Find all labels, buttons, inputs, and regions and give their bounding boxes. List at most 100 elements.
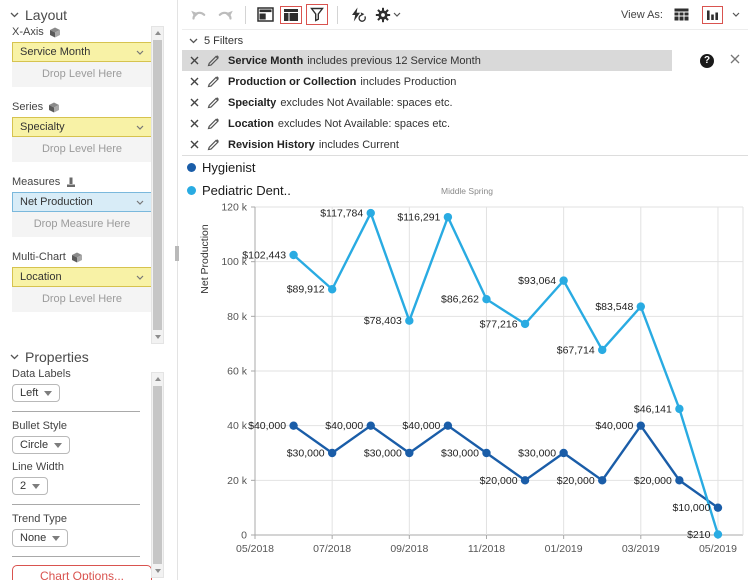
legend-dot: [187, 186, 196, 195]
svg-text:80 k: 80 k: [227, 311, 248, 323]
svg-text:40 k: 40 k: [227, 420, 248, 432]
remove-filter-icon[interactable]: [190, 56, 199, 65]
data-labels-label: Data Labels: [12, 368, 152, 380]
toolbar-divider: [337, 6, 338, 24]
edit-filter-icon[interactable]: [207, 117, 220, 130]
report-builder-window: Layout X-Axis Service Month Drop Level H…: [0, 0, 748, 580]
filters-header[interactable]: 5 Filters: [182, 30, 748, 50]
undo-icon[interactable]: [186, 6, 212, 24]
svg-text:0: 0: [241, 530, 247, 542]
divider: [12, 504, 140, 505]
filter-row-location[interactable]: Location excludes Not Available: spaces …: [182, 113, 748, 134]
svg-text:$10,000: $10,000: [672, 502, 710, 514]
divider: [12, 411, 140, 412]
legend-dot: [187, 163, 196, 172]
table-view-icon: [674, 8, 689, 21]
svg-text:$20,000: $20,000: [557, 475, 595, 487]
line-width-select[interactable]: 2: [12, 477, 48, 495]
panel-splitter[interactable]: [177, 0, 178, 580]
panel-splitter-handle[interactable]: [175, 246, 179, 261]
chart-options-button[interactable]: Chart Options...: [12, 565, 152, 580]
properties-scrollbar[interactable]: [151, 372, 164, 578]
x-axis-select[interactable]: Service Month: [12, 42, 152, 62]
svg-text:$40,000: $40,000: [595, 420, 633, 432]
trend-type-select[interactable]: None: [12, 529, 68, 547]
run-refresh-icon[interactable]: [345, 5, 371, 25]
scroll-down-icon[interactable]: [152, 331, 163, 343]
help-icon[interactable]: ?: [700, 54, 714, 68]
filter-row-specialty[interactable]: Specialty excludes Not Available: spaces…: [182, 92, 748, 113]
series-select[interactable]: Specialty: [12, 117, 152, 137]
series-label: Series: [12, 101, 43, 113]
dropdown-arrow-icon: [32, 484, 40, 489]
properties-panel-title: Properties: [25, 349, 89, 365]
svg-text:$77,216: $77,216: [480, 318, 518, 330]
view-as-group: View As:: [621, 6, 740, 24]
svg-text:$78,403: $78,403: [364, 315, 402, 327]
remove-filter-icon[interactable]: [190, 119, 199, 128]
filters-toggle[interactable]: [306, 4, 328, 25]
svg-text:$46,141: $46,141: [634, 403, 672, 415]
properties-panel-header[interactable]: Properties: [10, 349, 89, 365]
remove-filter-icon[interactable]: [190, 77, 199, 86]
chevron-down-icon: [136, 50, 144, 55]
close-icon[interactable]: [730, 54, 740, 67]
x-axis-drop-zone[interactable]: Drop Level Here: [12, 62, 152, 85]
edit-filter-icon[interactable]: [207, 96, 220, 109]
settings-gear-button[interactable]: [371, 5, 405, 25]
redo-icon[interactable]: [212, 6, 238, 24]
layout-scrollbar[interactable]: [151, 26, 164, 344]
data-labels-select[interactable]: Left: [12, 384, 60, 402]
dropdown-arrow-icon: [52, 536, 60, 541]
cube-icon: [49, 27, 61, 38]
multi-chart-section: Multi-Chart Location Drop Level Here: [0, 251, 152, 312]
x-axis-label: X-Axis: [12, 26, 44, 38]
layout-panel-header[interactable]: Layout: [10, 7, 67, 23]
filters-count-label: 5 Filters: [204, 35, 243, 47]
measures-drop-zone[interactable]: Drop Measure Here: [12, 212, 152, 235]
scroll-down-icon[interactable]: [152, 565, 163, 577]
chevron-down-icon: [10, 12, 19, 18]
cube-icon: [48, 102, 60, 113]
filters-panel: 5 Filters Service Month includes previou…: [182, 30, 748, 156]
edit-filter-icon[interactable]: [207, 75, 220, 88]
remove-filter-icon[interactable]: [190, 140, 199, 149]
bullet-style-select[interactable]: Circle: [12, 436, 70, 454]
series-drop-zone[interactable]: Drop Level Here: [12, 137, 152, 160]
edit-filter-icon[interactable]: [207, 138, 220, 151]
scroll-up-icon[interactable]: [152, 373, 163, 385]
line-chart: 020 k40 k60 k80 k100 k120 k05/201807/201…: [182, 197, 748, 580]
chevron-down-icon[interactable]: [732, 12, 740, 17]
svg-text:11/2018: 11/2018: [468, 543, 505, 555]
cube-icon: [71, 252, 83, 263]
svg-text:$40,000: $40,000: [248, 420, 286, 432]
filter-row-production-or-collection[interactable]: Production or Collection includes Produc…: [182, 71, 748, 92]
scroll-thumb[interactable]: [153, 386, 162, 564]
scroll-thumb[interactable]: [153, 40, 162, 330]
scroll-up-icon[interactable]: [152, 27, 163, 39]
svg-text:$117,784: $117,784: [320, 208, 363, 220]
design-view-icon[interactable]: [253, 5, 278, 24]
chart-view-button[interactable]: [702, 6, 723, 24]
layout-panel-toggle[interactable]: [280, 6, 302, 24]
toolbar-divider: [245, 6, 246, 24]
svg-text:$30,000: $30,000: [518, 448, 556, 460]
filter-row-service-month[interactable]: Service Month includes previous 12 Servi…: [182, 50, 748, 71]
toolbar: View As:: [182, 0, 748, 30]
svg-text:$40,000: $40,000: [325, 420, 363, 432]
remove-filter-icon[interactable]: [190, 98, 199, 107]
svg-text:$102,443: $102,443: [242, 249, 286, 261]
svg-text:$67,714: $67,714: [557, 344, 595, 356]
svg-text:07/2018: 07/2018: [313, 543, 351, 555]
measures-label: Measures: [12, 176, 60, 188]
legend-item-pediatric[interactable]: Pediatric Dent..: [187, 183, 291, 198]
multi-chart-select[interactable]: Location: [12, 267, 152, 287]
table-view-button[interactable]: [670, 6, 693, 23]
edit-filter-icon[interactable]: [207, 54, 220, 67]
measures-select[interactable]: Net Production: [12, 192, 152, 212]
layout-panel-icon: [284, 9, 298, 21]
svg-text:$30,000: $30,000: [364, 448, 402, 460]
legend-item-hygienist[interactable]: Hygienist: [187, 160, 255, 175]
filter-row-revision-history[interactable]: Revision History includes Current: [182, 134, 748, 155]
multi-chart-drop-zone[interactable]: Drop Level Here: [12, 287, 152, 310]
